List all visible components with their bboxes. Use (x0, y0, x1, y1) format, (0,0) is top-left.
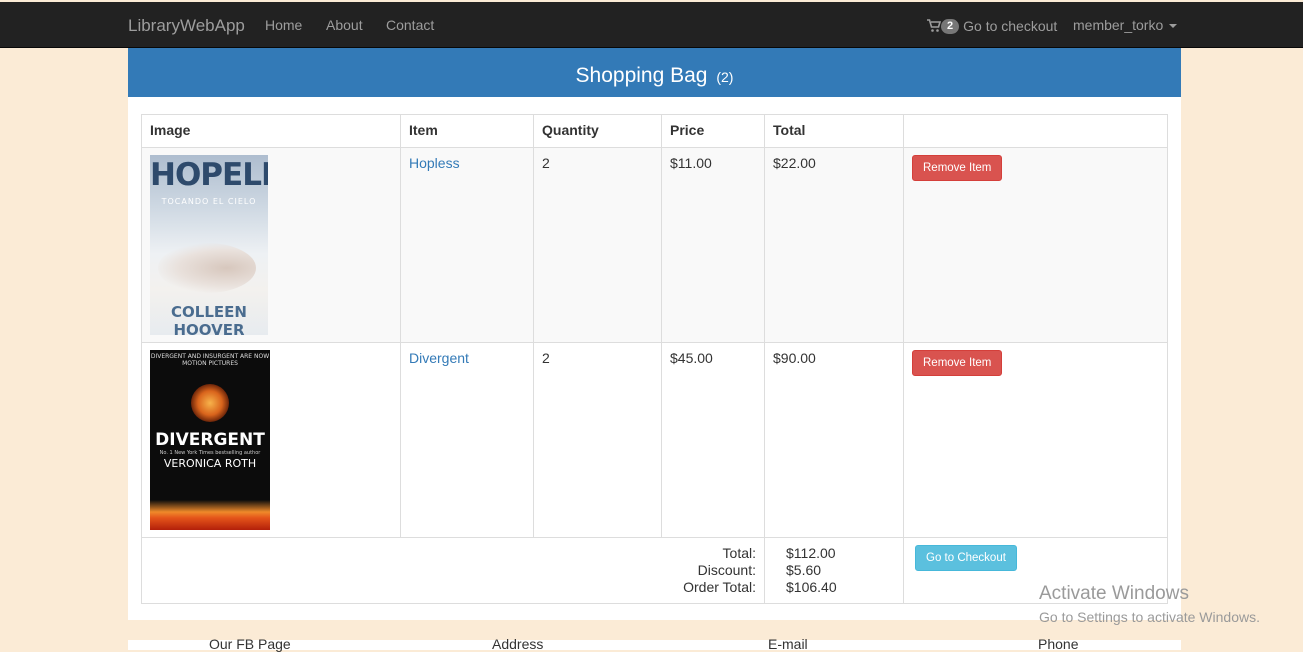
user-menu[interactable]: member_torko (1073, 17, 1178, 33)
quantity-cell: 2 (533, 342, 662, 538)
footer-address: Address (492, 636, 544, 652)
cover-art (191, 384, 229, 422)
item-link[interactable]: Hopless (409, 155, 460, 171)
action-cell: Remove Item (903, 342, 1168, 538)
cover-fire-art (150, 500, 270, 530)
go-to-checkout-button[interactable]: Go to Checkout (915, 545, 1017, 571)
cover-title: DIVERGENT (155, 430, 265, 450)
footer-email: E-mail (768, 636, 808, 652)
cover-tagline: No. 1 New York Times bestselling author (159, 450, 261, 456)
nav-home[interactable]: Home (265, 17, 302, 33)
panel-title: Shopping Bag (2) (576, 64, 734, 88)
remove-item-button[interactable]: Remove Item (912, 155, 1003, 181)
brand-link[interactable]: LibraryWebApp (128, 16, 245, 36)
cover-top-text: DIVERGENT AND INSURGENT ARE NOW MOTION P… (150, 353, 270, 367)
header-item: Item (400, 114, 534, 148)
item-cell: Hopless (400, 147, 534, 343)
header-action (903, 114, 1168, 148)
nav-about[interactable]: About (326, 17, 363, 33)
cover-subtitle: TOCANDO EL CIELO (161, 197, 257, 206)
table-row: DIVERGENT AND INSURGENT ARE NOW MOTION P… (141, 342, 1168, 538)
item-count: (2) (716, 69, 734, 85)
panel-title-text: Shopping Bag (575, 64, 708, 87)
footer-phone: Phone (1038, 636, 1079, 652)
cover-author: COLLEEN HOOVER (171, 303, 247, 335)
item-cell: Divergent (400, 342, 534, 538)
price-cell: $11.00 (661, 147, 765, 343)
watermark-title: Activate Windows (1039, 583, 1189, 604)
header-quantity: Quantity (533, 114, 662, 148)
discount-value: $5.60 (786, 562, 822, 578)
cart-table: Image Item Quantity Price Total HOPELESS… (141, 114, 1168, 604)
cover-title: HOPELESS (150, 157, 268, 193)
table-header-row: Image Item Quantity Price Total (141, 114, 1168, 148)
checkout-link[interactable]: 2 Go to checkout (927, 16, 1057, 36)
table-row: HOPELESS TOCANDO EL CIELO COLLEEN HOOVER… (141, 147, 1168, 343)
quantity-cell: 2 (533, 147, 662, 343)
shopping-cart-icon (927, 19, 942, 33)
order-total-value: $106.40 (786, 579, 837, 595)
cover-art (158, 243, 256, 293)
total-cell: $22.00 (764, 147, 904, 343)
shopping-bag-panel: Shopping Bag (2) Image Item Quantity Pri… (128, 48, 1181, 620)
image-cell: HOPELESS TOCANDO EL CIELO COLLEEN HOOVER (141, 147, 401, 343)
navbar: LibraryWebApp Home About Contact 2 Go to… (0, 2, 1303, 48)
discount-label: Discount: (697, 562, 756, 578)
watermark-subtitle: Go to Settings to activate Windows. (1039, 609, 1260, 625)
panel-heading: Shopping Bag (2) (128, 48, 1181, 97)
action-cell: Remove Item (903, 147, 1168, 343)
book-cover-image: HOPELESS TOCANDO EL CIELO COLLEEN HOOVER (150, 155, 268, 335)
image-cell: DIVERGENT AND INSURGENT ARE NOW MOTION P… (141, 342, 401, 538)
header-price: Price (661, 114, 765, 148)
header-image: Image (141, 114, 401, 148)
summary-row: Total: Discount: Order Total: $112.00 $5… (141, 537, 1168, 604)
item-link[interactable]: Divergent (409, 350, 469, 366)
remove-item-button[interactable]: Remove Item (912, 350, 1003, 376)
footer-fb-page: Our FB Page (209, 636, 291, 652)
username: member_torko (1073, 17, 1164, 33)
caret-down-icon (1169, 24, 1178, 29)
order-total-label: Order Total: (683, 579, 756, 595)
summary-labels: Total: Discount: Order Total: (141, 537, 765, 604)
header-total: Total (764, 114, 904, 148)
cart-count-badge: 2 (941, 18, 960, 34)
total-label: Total: (722, 545, 756, 561)
cover-author: VERONICA ROTH (163, 457, 257, 470)
activation-watermark: Activate Windows Go to Settings to activ… (1039, 583, 1260, 625)
book-cover-image: DIVERGENT AND INSURGENT ARE NOW MOTION P… (150, 350, 270, 530)
nav-contact[interactable]: Contact (386, 17, 434, 33)
checkout-label: Go to checkout (963, 18, 1058, 34)
total-value: $112.00 (786, 545, 836, 561)
summary-values: $112.00 $5.60 $106.40 (764, 537, 904, 604)
total-cell: $90.00 (764, 342, 904, 538)
price-cell: $45.00 (661, 342, 765, 538)
